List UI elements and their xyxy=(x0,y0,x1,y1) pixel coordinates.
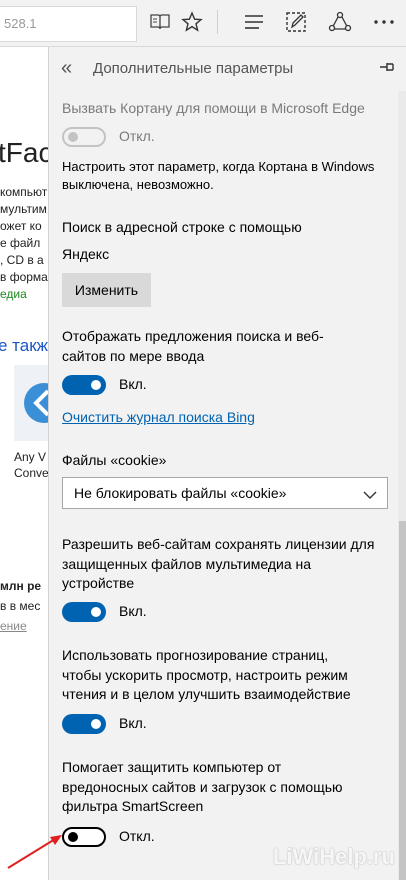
bg-software-thumbnail[interactable] xyxy=(14,365,48,441)
cortana-heading: Вызвать Кортану для помощи в Microsoft E… xyxy=(62,100,365,116)
panel-title: Дополнительные параметры xyxy=(93,60,294,77)
suggestions-label: Отображать предложения поиска и веб- сай… xyxy=(62,328,324,364)
suggestions-toggle[interactable] xyxy=(62,375,106,395)
annotation-arrow-icon xyxy=(7,835,62,869)
smartscreen-state-label: Откл. xyxy=(119,828,155,844)
page-prediction-toggle[interactable] xyxy=(62,714,106,734)
panel-header: « Дополнительные параметры xyxy=(49,47,406,91)
address-bar[interactable]: 528.1 xyxy=(0,6,137,42)
reading-view-icon[interactable] xyxy=(144,6,176,38)
browser-toolbar: 528.1 xyxy=(0,0,406,47)
bg-page-text: компьют мультим ожет ко е файл , CD в а … xyxy=(0,185,48,301)
bg-bold-text: млн ре xyxy=(0,579,42,593)
bg-small-link[interactable]: ение xyxy=(0,619,27,633)
toolbar-separator xyxy=(217,10,218,34)
watermark-logo: LiWiHelp.ru xyxy=(272,844,395,869)
smartscreen-label: Помогает защитить компьютер от вредоносн… xyxy=(62,759,343,814)
back-chevron-icon[interactable]: « xyxy=(61,57,72,80)
bg-link-heading[interactable]: е такж xyxy=(0,336,48,356)
page-prediction-label: Использовать прогнозирование страниц, чт… xyxy=(62,647,351,702)
pin-icon[interactable] xyxy=(377,57,397,82)
cortana-note: Настроить этот параметр, когда Кортана в… xyxy=(62,159,375,192)
chevron-down-icon xyxy=(363,487,377,505)
cortana-state-label: Откл. xyxy=(119,128,155,144)
cookies-label: Файлы «cookie» xyxy=(62,452,167,468)
cookies-selected-value: Не блокировать файлы «cookie» xyxy=(74,485,287,501)
cookies-dropdown[interactable]: Не блокировать файлы «cookie» xyxy=(62,477,388,509)
suggestions-state-label: Вкл. xyxy=(119,376,147,392)
search-engine-value: Яндекс xyxy=(62,246,110,262)
web-note-icon[interactable] xyxy=(280,6,312,38)
share-icon[interactable] xyxy=(324,6,356,38)
search-engine-label: Поиск в адресной строке с помощью xyxy=(62,219,302,235)
panel-scrollbar[interactable] xyxy=(398,91,406,880)
cortana-toggle[interactable] xyxy=(62,127,106,147)
advanced-settings-panel: « Дополнительные параметры Вызвать Корта… xyxy=(48,47,406,880)
media-licenses-toggle[interactable] xyxy=(62,602,106,622)
media-licenses-label: Разрешить веб-сайтам сохранять лицензии … xyxy=(62,536,375,591)
bg-text-line: в в мес xyxy=(0,599,41,613)
bg-page-title: tFac xyxy=(0,137,48,168)
background-web-page: tFac компьют мультим ожет ко е файл , CD… xyxy=(0,47,48,880)
hub-icon[interactable] xyxy=(238,6,270,38)
scrollbar-thumb[interactable] xyxy=(399,521,406,880)
bg-software-caption: Any V Conve xyxy=(14,450,48,480)
media-licenses-state-label: Вкл. xyxy=(119,603,147,619)
more-icon[interactable] xyxy=(368,6,400,38)
clear-bing-history-link[interactable]: Очистить журнал поиска Bing xyxy=(62,408,255,428)
change-search-engine-button[interactable]: Изменить xyxy=(62,273,151,307)
favorite-star-icon[interactable] xyxy=(176,6,208,38)
page-prediction-state-label: Вкл. xyxy=(119,715,147,731)
